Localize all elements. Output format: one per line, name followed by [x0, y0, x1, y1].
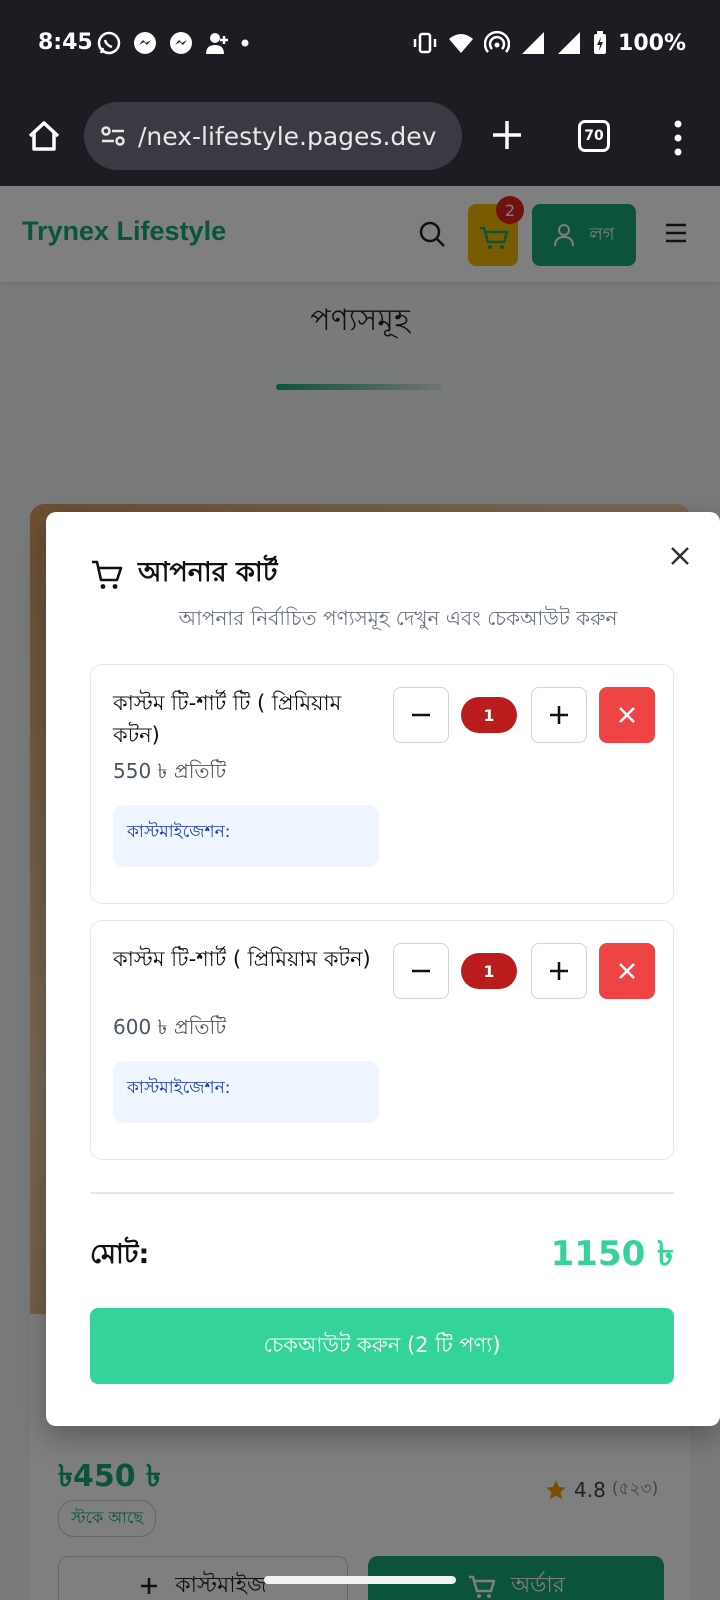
cart-icon [92, 560, 123, 589]
item-name: কাস্টম টি-শার্ট ( প্রিমিয়াম কটন) [113, 947, 371, 971]
cart-item: কাস্টম টি-শার্ট টি ( প্রিমিয়াম কটন) 550… [90, 664, 674, 904]
plus-icon [550, 962, 568, 980]
address-bar[interactable]: /nex-lifestyle.pages.dev [84, 102, 462, 170]
item-name: কাস্টম টি-শার্ট টি ( প্রিমিয়াম কটন) [113, 691, 342, 747]
quantity-value: 1 [461, 697, 517, 733]
messenger-icon [134, 32, 156, 54]
divider [90, 1192, 674, 1194]
dot-icon [241, 39, 249, 47]
close-icon [619, 707, 635, 723]
checkout-button[interactable]: চেকআউট করুন (2 টি পণ্য) [90, 1308, 674, 1384]
item-price: 550 ৳ প্রতিটি [113, 759, 227, 783]
status-time: 8:45 [38, 30, 93, 55]
more-menu-icon[interactable] [672, 118, 684, 158]
increase-quantity-button[interactable] [531, 943, 587, 999]
cart-modal: আপনার কার্ট আপনার নির্বাচিত পণ্যসমূহ দেখ… [46, 512, 720, 1426]
close-icon[interactable] [668, 544, 692, 568]
modal-header: আপনার কার্ট [90, 552, 277, 597]
plus-icon [550, 706, 568, 724]
home-icon[interactable] [26, 118, 62, 154]
decrease-quantity-button[interactable] [393, 687, 449, 743]
person-add-icon [206, 33, 228, 54]
minus-icon [412, 713, 430, 717]
close-icon [619, 963, 635, 979]
quantity-value: 1 [461, 953, 517, 989]
signal-icon [522, 32, 545, 54]
new-tab-icon[interactable] [488, 116, 526, 154]
battery-percent: 100% [618, 30, 686, 56]
item-price: 600 ৳ প্রতিটি [113, 1015, 227, 1039]
url-text: /nex-lifestyle.pages.dev [138, 121, 437, 151]
system-status: 100% [412, 30, 686, 56]
decrease-quantity-button[interactable] [393, 943, 449, 999]
vibrate-icon [413, 32, 437, 54]
hotspot-icon [484, 30, 511, 53]
site-settings-icon[interactable] [98, 121, 128, 151]
modal-subtitle: আপনার নির্বাচিত পণ্যসমূহ দেখুন এবং চেকআউ… [178, 606, 618, 630]
wifi-icon [449, 34, 474, 53]
notification-icons [96, 30, 250, 56]
signal-icon [558, 32, 581, 54]
total-label: মোট: [90, 1239, 150, 1270]
messenger-icon [170, 32, 192, 54]
modal-title: আপনার কার্ট [138, 557, 278, 588]
remove-item-button[interactable] [599, 687, 655, 743]
browser-toolbar: /nex-lifestyle.pages.dev 70 [0, 90, 720, 186]
minus-icon [412, 969, 430, 973]
status-bar: 8:45 100% [0, 0, 720, 90]
tab-switcher-button[interactable]: 70 [578, 120, 610, 152]
whatsapp-icon [97, 31, 121, 55]
remove-item-button[interactable] [599, 943, 655, 999]
customization-box: কাস্টমাইজেশন: [113, 805, 379, 867]
increase-quantity-button[interactable] [531, 687, 587, 743]
total-value: 1150 ৳ [550, 1234, 674, 1274]
cart-item: কাস্টম টি-শার্ট ( প্রিমিয়াম কটন) 600 ৳ … [90, 920, 674, 1160]
battery-charging-icon [594, 31, 607, 54]
customization-box: কাস্টমাইজেশন: [113, 1061, 379, 1123]
gesture-home-bar[interactable] [264, 1576, 456, 1584]
